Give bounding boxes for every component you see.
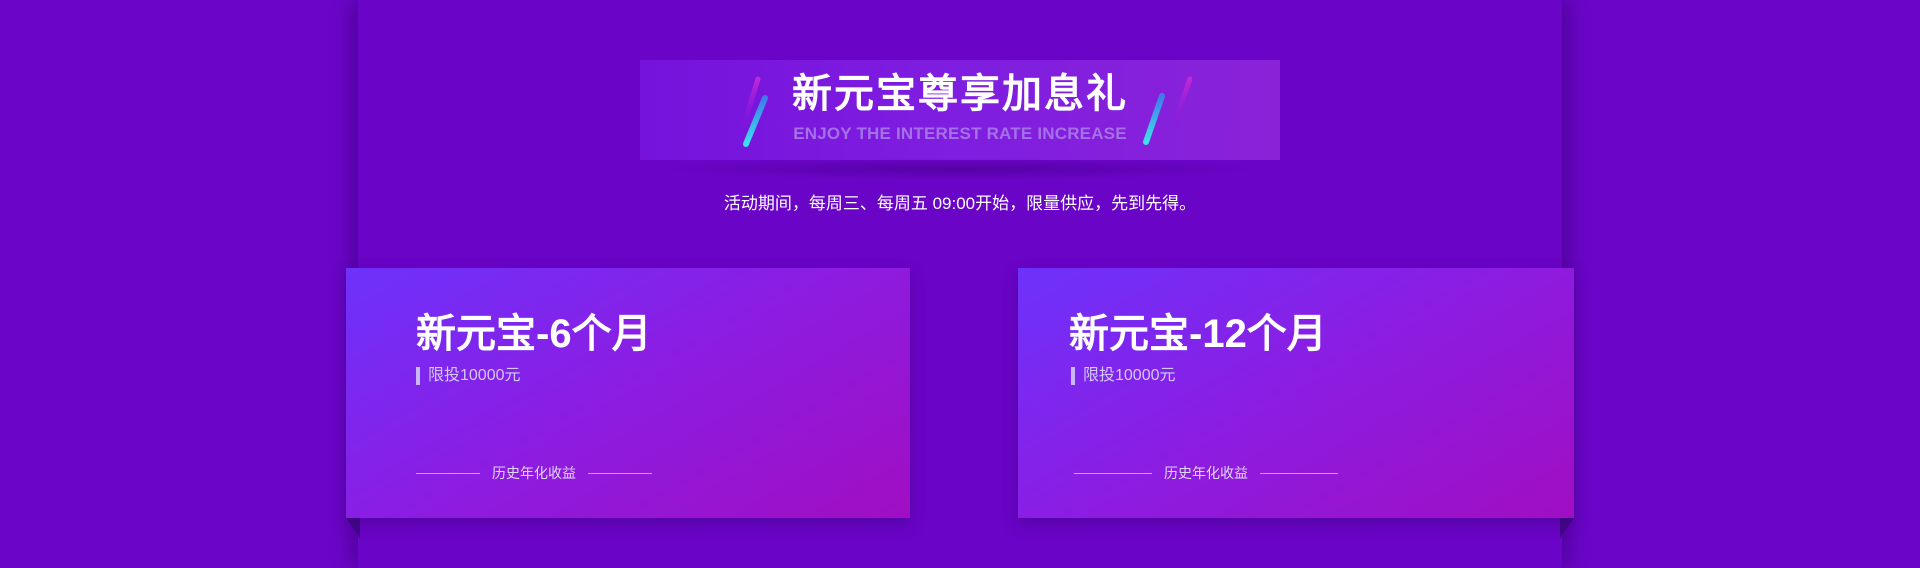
product-name: 新元宝-6个月 — [416, 312, 652, 356]
yield-divider-right — [588, 472, 652, 474]
banner-subtitle: ENJOY THE INTEREST RATE INCREASE — [793, 124, 1127, 143]
limit-text: 限投10000元 — [428, 367, 521, 384]
yield-divider-left — [416, 472, 480, 474]
yield-divider-left — [1074, 472, 1152, 474]
limit-text: 限投10000元 — [1083, 367, 1176, 384]
yield-divider-right — [1260, 472, 1338, 474]
page: 新元宝尊享加息礼 ENJOY THE INTEREST RATE INCREAS… — [0, 0, 1920, 568]
product-limit: 限投10000元 — [1071, 367, 1176, 385]
card-fold-right — [1560, 518, 1574, 538]
product-limit: 限投10000元 — [416, 367, 521, 385]
card-fold-left — [346, 518, 360, 538]
product-card-6-months[interactable]: 新元宝-6个月 限投10000元 历史年化收益 — [346, 268, 910, 518]
product-name: 新元宝-12个月 — [1069, 312, 1327, 356]
activity-info: 活动期间，每周三、每周五 09:00开始，限量供应，先到先得。 — [723, 194, 1197, 213]
product-card-12-months[interactable]: 新元宝-12个月 限投10000元 历史年化收益 — [1018, 268, 1574, 518]
banner-shadow — [660, 158, 1260, 180]
yield-label: 历史年化收益 — [492, 465, 576, 481]
limit-bar — [416, 367, 420, 385]
yield-label: 历史年化收益 — [1164, 465, 1248, 481]
banner-title: 新元宝尊享加息礼 — [792, 72, 1128, 116]
yield-label-row: 历史年化收益 — [1074, 466, 1338, 480]
yield-label-row: 历史年化收益 — [416, 466, 652, 480]
limit-bar — [1071, 367, 1075, 385]
